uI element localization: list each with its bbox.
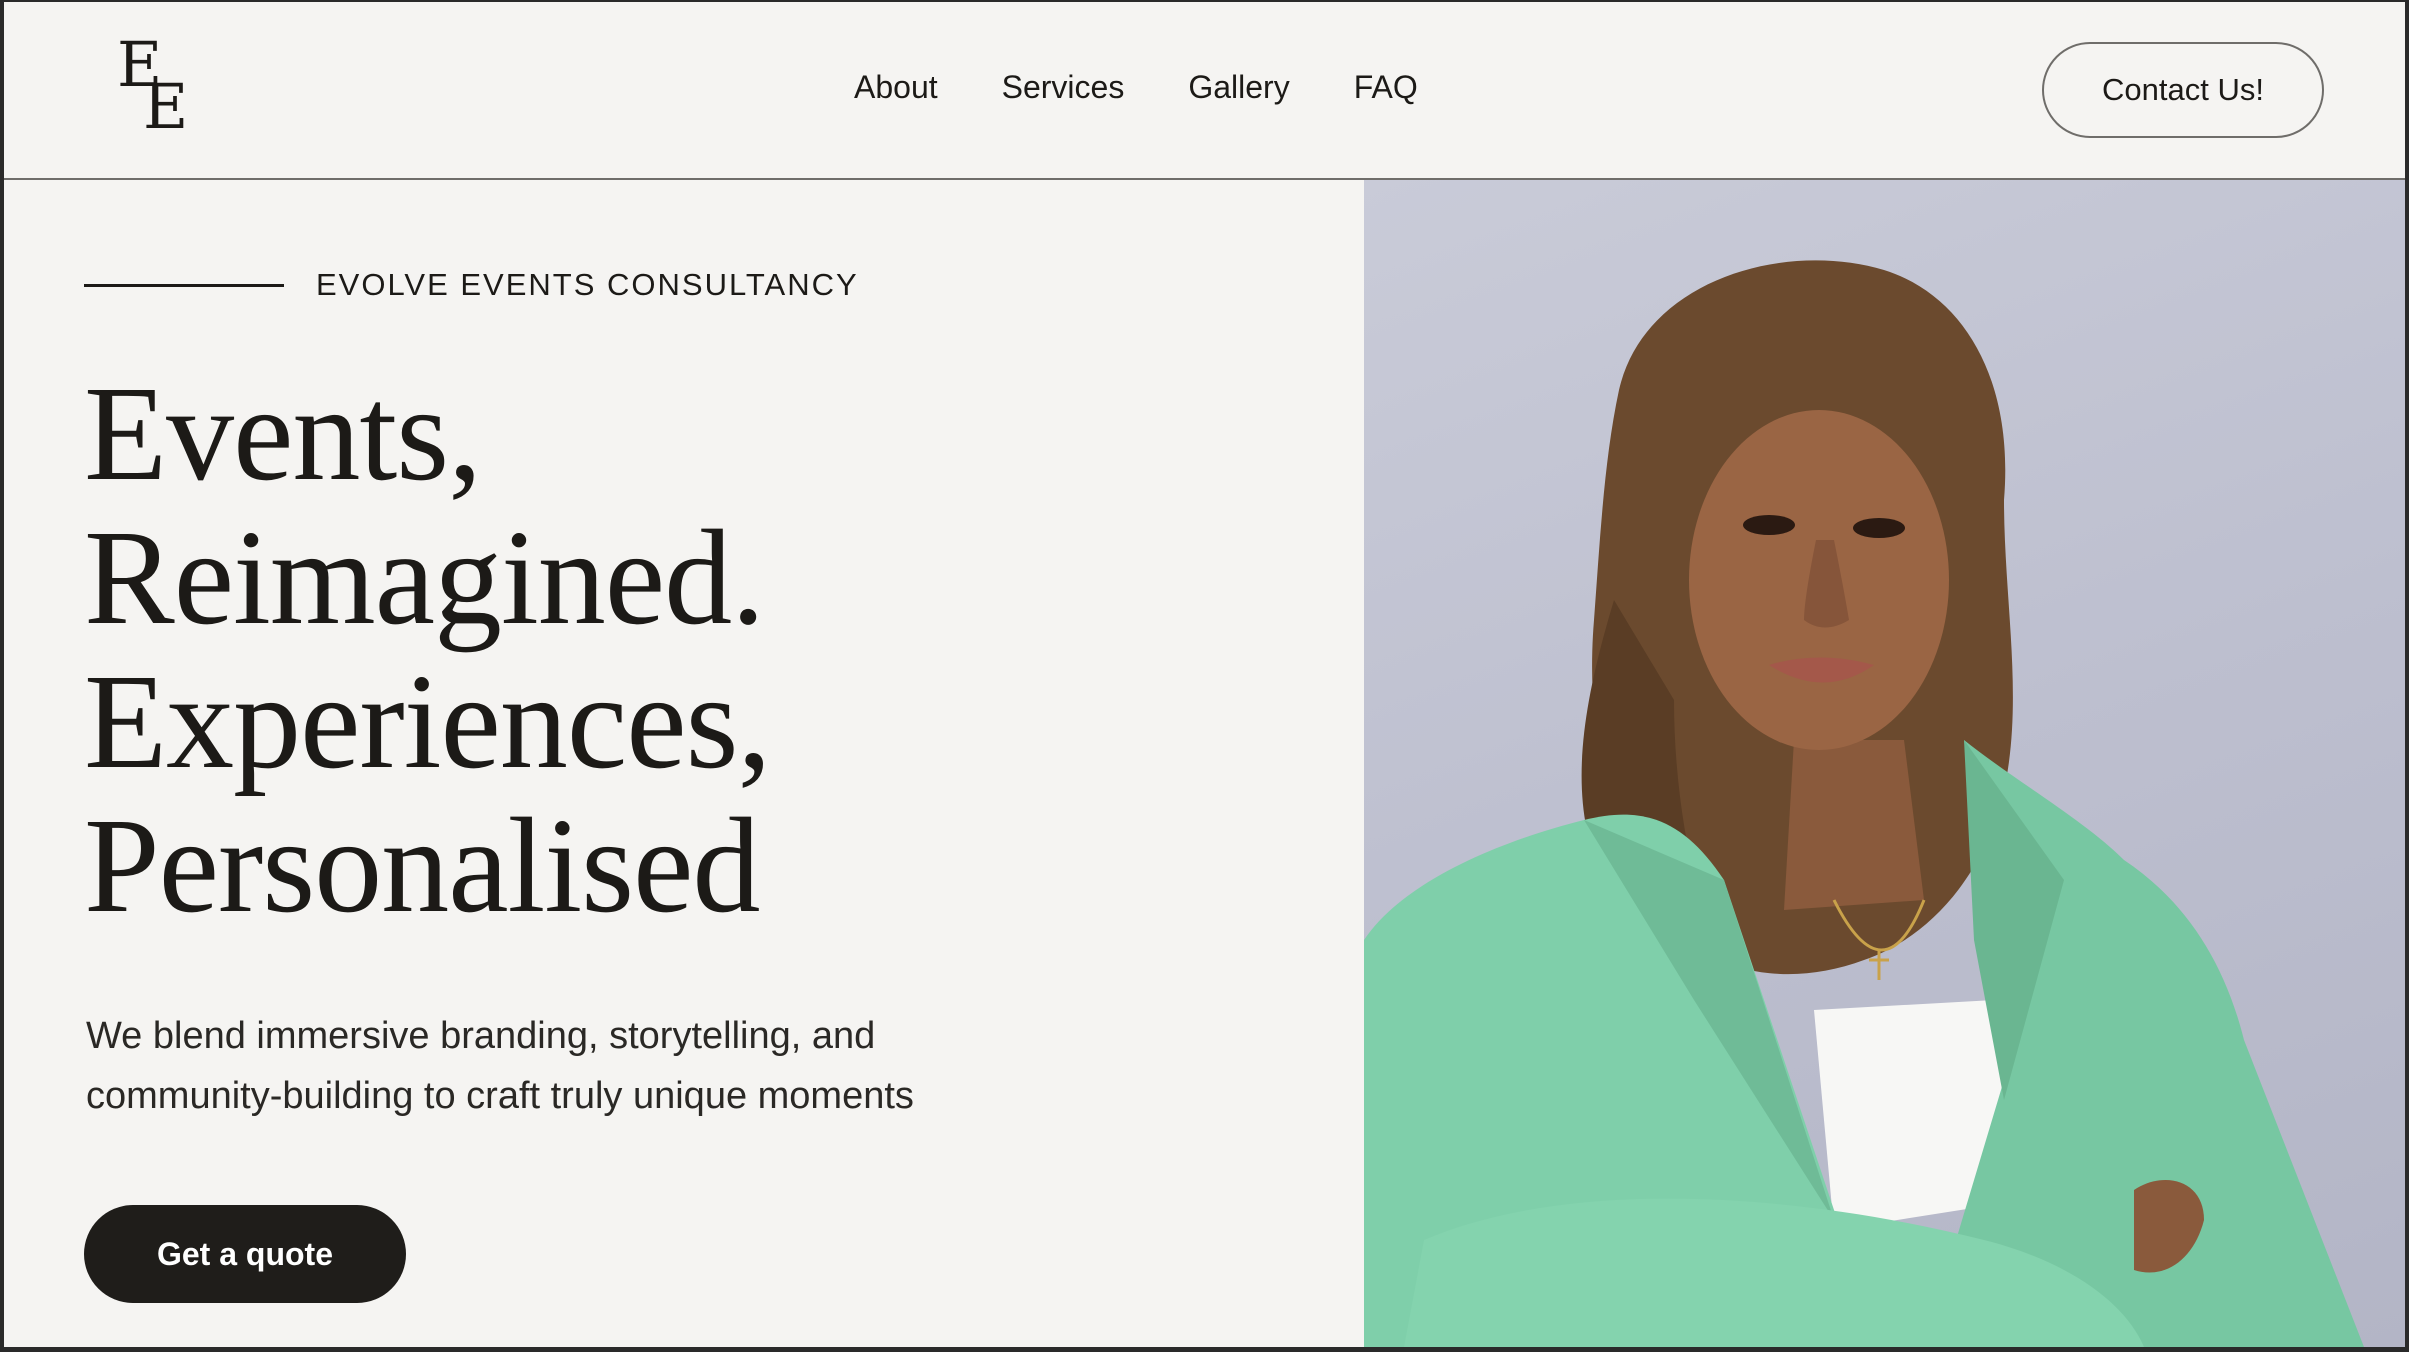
- headline-line-4: Personalised: [84, 791, 760, 941]
- main-nav: About Services Gallery FAQ: [854, 69, 1482, 105]
- nav-services[interactable]: Services: [1002, 69, 1125, 105]
- eyebrow: EVOLVE EVENTS CONSULTANCY: [84, 267, 859, 303]
- get-quote-button[interactable]: Get a quote: [84, 1205, 406, 1303]
- hero-subtext: We blend immersive branding, storytellin…: [86, 1015, 914, 1117]
- headline-line-3: Experiences,: [84, 647, 772, 797]
- brand-logo[interactable]: E E: [111, 32, 201, 142]
- eyebrow-text: EVOLVE EVENTS CONSULTANCY: [316, 267, 859, 302]
- headline-line-1: Events,: [84, 359, 482, 509]
- hero-portrait-image: [1364, 180, 2405, 1347]
- headline-line-2: Reimagined.: [84, 503, 765, 653]
- nav-gallery[interactable]: Gallery: [1188, 69, 1289, 105]
- nav-about[interactable]: About: [854, 69, 938, 105]
- eyebrow-rule: [84, 283, 284, 287]
- landing-page: E E About Services Gallery FAQ Contact U…: [4, 2, 2405, 1347]
- nav-faq[interactable]: FAQ: [1354, 69, 1418, 105]
- hero-headline: Events, Reimagined. Experiences, Persona…: [84, 359, 772, 941]
- site-header: E E About Services Gallery FAQ Contact U…: [4, 2, 2405, 180]
- contact-button[interactable]: Contact Us!: [2042, 42, 2324, 138]
- logo-letter-2: E: [143, 70, 189, 143]
